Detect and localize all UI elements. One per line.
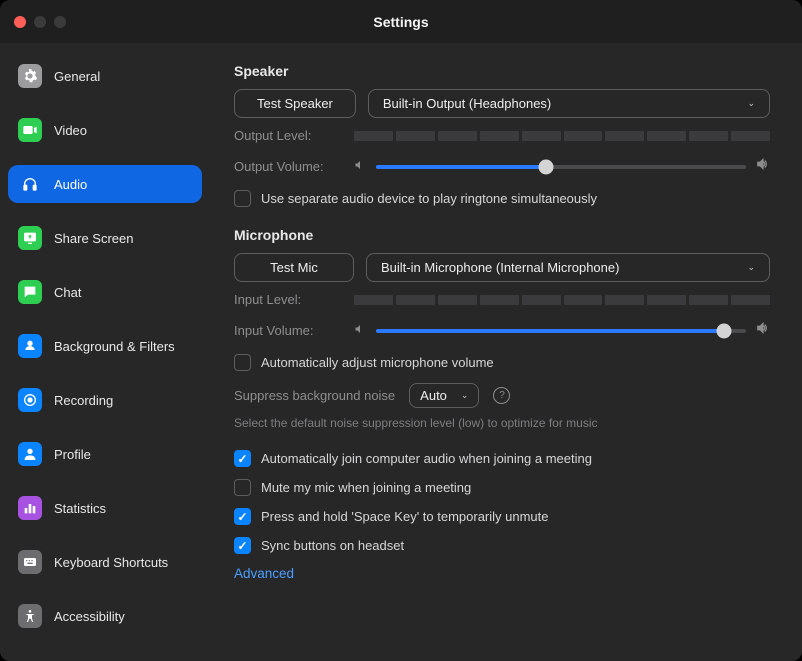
advanced-link[interactable]: Advanced: [234, 566, 770, 581]
sidebar-item-background-filters[interactable]: Background & Filters: [8, 327, 202, 365]
hold-space-label: Press and hold 'Space Key' to temporaril…: [261, 509, 549, 524]
sidebar-item-accessibility[interactable]: Accessibility: [8, 597, 202, 635]
mute-on-join-label: Mute my mic when joining a meeting: [261, 480, 471, 495]
sidebar-item-recording[interactable]: Recording: [8, 381, 202, 419]
settings-window: Settings General Video Audio: [0, 0, 802, 661]
auto-join-checkbox[interactable]: [234, 450, 251, 467]
sidebar-item-label: General: [54, 69, 100, 84]
mute-on-join-checkbox[interactable]: [234, 479, 251, 496]
sidebar: General Video Audio Share Screen: [0, 43, 210, 661]
mic-title: Microphone: [234, 227, 770, 243]
sync-headset-label: Sync buttons on headset: [261, 538, 404, 553]
auto-adjust-label: Automatically adjust microphone volume: [261, 355, 494, 370]
sidebar-item-general[interactable]: General: [8, 57, 202, 95]
body: General Video Audio Share Screen: [0, 43, 802, 661]
traffic-lights: [14, 16, 66, 28]
sidebar-item-label: Share Screen: [54, 231, 134, 246]
auto-adjust-checkbox[interactable]: [234, 354, 251, 371]
sidebar-item-video[interactable]: Video: [8, 111, 202, 149]
keyboard-icon: [18, 550, 42, 574]
minimize-button[interactable]: [34, 16, 46, 28]
accessibility-icon: [18, 604, 42, 628]
output-volume-slider[interactable]: [354, 157, 770, 176]
recording-icon: [18, 388, 42, 412]
input-level-meter: [354, 295, 770, 305]
output-volume-label: Output Volume:: [234, 159, 354, 174]
noise-value: Auto: [420, 388, 447, 403]
sidebar-item-label: Keyboard Shortcuts: [54, 555, 168, 570]
sidebar-item-label: Recording: [54, 393, 113, 408]
speaker-high-icon: [756, 157, 770, 176]
video-icon: [18, 118, 42, 142]
sidebar-item-label: Profile: [54, 447, 91, 462]
test-mic-button[interactable]: Test Mic: [234, 253, 354, 282]
auto-join-label: Automatically join computer audio when j…: [261, 451, 592, 466]
close-button[interactable]: [14, 16, 26, 28]
filters-icon: [18, 334, 42, 358]
share-screen-icon: [18, 226, 42, 250]
speaker-device-selected: Built-in Output (Headphones): [383, 96, 551, 111]
hold-space-checkbox[interactable]: [234, 508, 251, 525]
sidebar-item-chat[interactable]: Chat: [8, 273, 202, 311]
sidebar-item-label: Video: [54, 123, 87, 138]
other-section: Automatically join computer audio when j…: [234, 450, 770, 581]
sidebar-item-label: Accessibility: [54, 609, 125, 624]
speaker-high-icon: [756, 321, 770, 340]
speaker-low-icon: [354, 158, 366, 176]
statistics-icon: [18, 496, 42, 520]
speaker-device-dropdown[interactable]: Built-in Output (Headphones) ⌄: [368, 89, 770, 118]
maximize-button[interactable]: [54, 16, 66, 28]
sidebar-item-label: Audio: [54, 177, 87, 192]
headphones-icon: [18, 172, 42, 196]
window-title: Settings: [373, 14, 428, 30]
chevron-down-icon: ⌄: [747, 262, 755, 273]
noise-label: Suppress background noise: [234, 388, 395, 403]
ringtone-checkbox[interactable]: [234, 190, 251, 207]
mic-device-dropdown[interactable]: Built-in Microphone (Internal Microphone…: [366, 253, 770, 282]
input-level-label: Input Level:: [234, 292, 354, 307]
sidebar-item-keyboard-shortcuts[interactable]: Keyboard Shortcuts: [8, 543, 202, 581]
sync-headset-checkbox[interactable]: [234, 537, 251, 554]
sidebar-item-label: Background & Filters: [54, 339, 175, 354]
sidebar-item-audio[interactable]: Audio: [8, 165, 202, 203]
sidebar-item-share-screen[interactable]: Share Screen: [8, 219, 202, 257]
speaker-low-icon: [354, 322, 366, 340]
speaker-title: Speaker: [234, 63, 770, 79]
help-icon[interactable]: ?: [493, 387, 510, 404]
mic-device-selected: Built-in Microphone (Internal Microphone…: [381, 260, 619, 275]
noise-hint: Select the default noise suppression lev…: [234, 416, 770, 430]
output-level-label: Output Level:: [234, 128, 354, 143]
chat-icon: [18, 280, 42, 304]
sidebar-item-label: Chat: [54, 285, 81, 300]
sidebar-item-statistics[interactable]: Statistics: [8, 489, 202, 527]
chevron-down-icon: ⌄: [461, 390, 469, 401]
input-volume-slider[interactable]: [354, 321, 770, 340]
speaker-section: Speaker Test Speaker Built-in Output (He…: [234, 63, 770, 207]
titlebar: Settings: [0, 0, 802, 43]
input-volume-label: Input Volume:: [234, 323, 354, 338]
ringtone-checkbox-label: Use separate audio device to play ringto…: [261, 191, 597, 206]
content: Speaker Test Speaker Built-in Output (He…: [210, 43, 802, 661]
test-speaker-button[interactable]: Test Speaker: [234, 89, 356, 118]
profile-icon: [18, 442, 42, 466]
noise-dropdown[interactable]: Auto ⌄: [409, 383, 479, 408]
gear-icon: [18, 64, 42, 88]
mic-section: Microphone Test Mic Built-in Microphone …: [234, 227, 770, 430]
output-level-meter: [354, 131, 770, 141]
sidebar-item-label: Statistics: [54, 501, 106, 516]
sidebar-item-profile[interactable]: Profile: [8, 435, 202, 473]
chevron-down-icon: ⌄: [747, 98, 755, 109]
